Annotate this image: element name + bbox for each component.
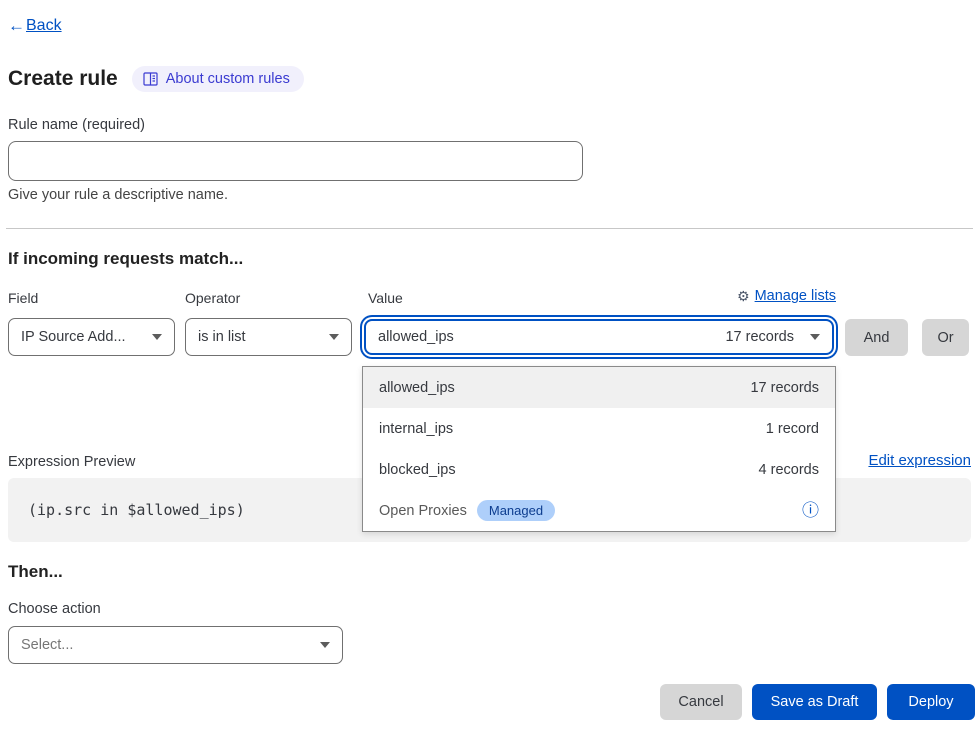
- chevron-down-icon: [320, 642, 330, 648]
- book-icon: [143, 72, 158, 86]
- cancel-button[interactable]: Cancel: [660, 684, 742, 720]
- title-row: Create rule About custom rules: [8, 66, 304, 92]
- manage-lists-link[interactable]: ⚙ Manage lists: [725, 288, 836, 304]
- list-records: 17 records: [750, 380, 819, 396]
- expression-preview-label: Expression Preview: [8, 454, 135, 470]
- manage-lists-label: Manage lists: [755, 288, 836, 304]
- field-label: Field: [8, 290, 38, 306]
- field-select-value: IP Source Add...: [21, 329, 126, 345]
- value-dropdown-panel: allowed_ips 17 records internal_ips 1 re…: [362, 366, 836, 532]
- dropdown-item-open-proxies[interactable]: Open Proxies Managed ⓘ: [363, 490, 835, 531]
- and-button[interactable]: And: [845, 319, 908, 356]
- value-select-records: 17 records: [725, 329, 794, 345]
- page-title: Create rule: [8, 67, 118, 91]
- rule-name-input[interactable]: [8, 141, 583, 181]
- chevron-down-icon: [329, 334, 339, 340]
- save-as-draft-button[interactable]: Save as Draft: [752, 684, 877, 720]
- dropdown-item-blocked-ips[interactable]: blocked_ips 4 records: [363, 449, 835, 490]
- create-rule-page: ← Back Create rule About custom rules Ru…: [0, 0, 979, 739]
- or-button[interactable]: Or: [922, 319, 969, 356]
- section-divider: [6, 228, 973, 229]
- list-name: Open Proxies: [379, 503, 467, 519]
- dropdown-item-internal-ips[interactable]: internal_ips 1 record: [363, 408, 835, 449]
- back-link-label: Back: [26, 17, 62, 35]
- list-records: 1 record: [766, 421, 819, 437]
- operator-select-value: is in list: [198, 329, 246, 345]
- managed-badge: Managed: [477, 500, 555, 521]
- list-name: allowed_ips: [379, 380, 455, 396]
- back-link[interactable]: ← Back: [8, 16, 62, 36]
- match-section-heading: If incoming requests match...: [8, 249, 243, 269]
- action-select[interactable]: Select...: [8, 626, 343, 664]
- back-arrow-icon: ←: [8, 16, 25, 36]
- choose-action-label: Choose action: [8, 601, 101, 617]
- about-custom-rules-link[interactable]: About custom rules: [132, 66, 304, 92]
- list-records: 4 records: [759, 462, 819, 478]
- dropdown-item-allowed-ips[interactable]: allowed_ips 17 records: [363, 367, 835, 408]
- edit-expression-link[interactable]: Edit expression: [841, 452, 971, 469]
- rule-name-label: Rule name (required): [8, 117, 145, 133]
- gear-icon: ⚙: [737, 289, 750, 303]
- value-select-value: allowed_ips: [378, 329, 454, 345]
- chevron-down-icon: [152, 334, 162, 340]
- chevron-down-icon: [810, 334, 820, 340]
- operator-label: Operator: [185, 290, 240, 306]
- operator-select[interactable]: is in list: [185, 318, 352, 356]
- value-select[interactable]: allowed_ips 17 records: [364, 319, 834, 355]
- value-label: Value: [368, 290, 403, 306]
- action-select-placeholder: Select...: [21, 637, 73, 653]
- expression-code: (ip.src in $allowed_ips): [28, 501, 245, 519]
- then-section-heading: Then...: [8, 562, 63, 582]
- deploy-button[interactable]: Deploy: [887, 684, 975, 720]
- list-name: internal_ips: [379, 421, 453, 437]
- list-name: blocked_ips: [379, 462, 456, 478]
- field-select[interactable]: IP Source Add...: [8, 318, 175, 356]
- rule-name-helper: Give your rule a descriptive name.: [8, 187, 228, 203]
- about-badge-label: About custom rules: [166, 71, 290, 87]
- info-icon[interactable]: ⓘ: [802, 502, 819, 519]
